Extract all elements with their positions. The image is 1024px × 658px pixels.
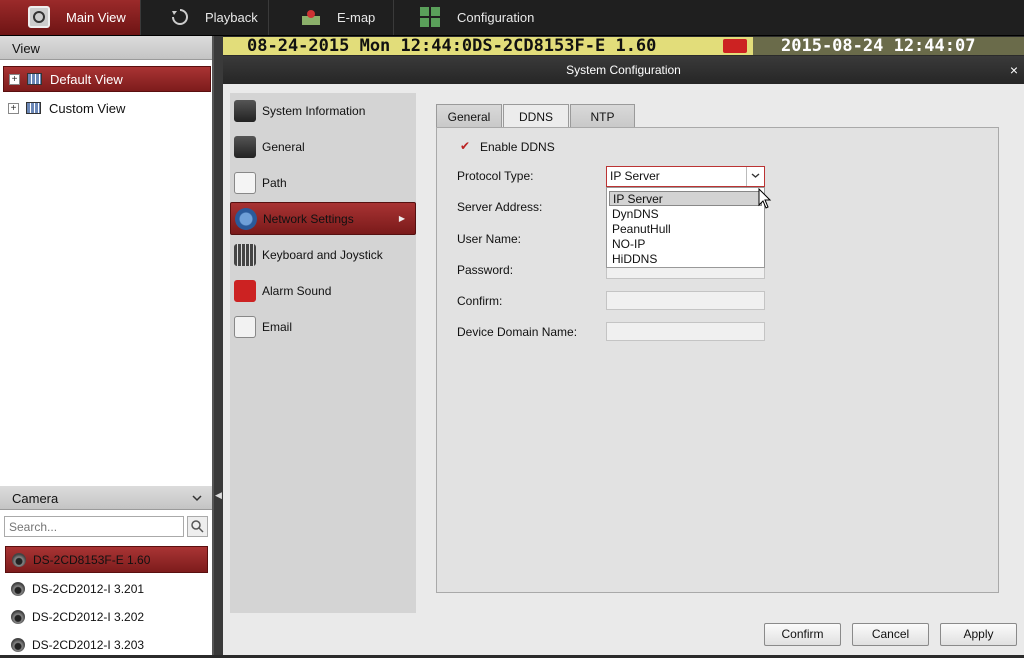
nav-item-label: Network Settings xyxy=(263,211,354,226)
camera-item[interactable]: DS-2CD8153F-E 1.60 xyxy=(5,546,208,573)
tree-item-label: Default View xyxy=(50,71,123,87)
dropdown-option[interactable]: DynDNS xyxy=(609,207,762,222)
view-header: View xyxy=(0,36,212,60)
system-info-icon xyxy=(234,99,256,122)
expand-icon[interactable]: + xyxy=(8,102,19,114)
search-button[interactable] xyxy=(187,516,208,537)
tree-item-custom-view[interactable]: + Custom View xyxy=(3,95,211,121)
tree-item-default-view[interactable]: + Default View xyxy=(3,66,211,92)
camera-label: DS-2CD2012-I 3.203 xyxy=(32,637,145,652)
dropdown-option[interactable]: IP Server xyxy=(609,191,762,206)
system-configuration-dialog: System Configuration × System Informatio… xyxy=(223,56,1024,655)
tab-e-map-label: E-map xyxy=(337,10,376,25)
tab-configuration[interactable]: Configuration xyxy=(394,0,544,35)
user-name-label: User Name: xyxy=(457,232,522,246)
dropdown-option[interactable]: NO-IP xyxy=(609,237,762,252)
tab-ntp[interactable]: NTP xyxy=(570,104,635,128)
osd-timestamp: 2015-08-24 12:44:07 xyxy=(781,36,976,56)
protocol-type-select[interactable]: IP Server xyxy=(606,166,765,187)
close-icon[interactable]: × xyxy=(1010,56,1018,84)
cancel-button[interactable]: Cancel xyxy=(852,623,929,646)
camera-item[interactable]: DS-2CD2012-I 3.203 xyxy=(5,631,208,658)
view-grid-icon xyxy=(26,102,41,114)
camera-search-input[interactable] xyxy=(4,516,184,537)
arrow-right-icon: ▶ xyxy=(398,214,405,223)
dialog-title: System Configuration xyxy=(223,56,1024,84)
password-label: Password: xyxy=(457,263,514,277)
protocol-type-dropdown: IP Server DynDNS PeanutHull NO-IP HiDDNS xyxy=(606,187,765,268)
nav-item-label: System Information xyxy=(262,103,366,118)
tab-general[interactable]: General xyxy=(436,104,502,128)
collapse-arrow-icon[interactable]: ◀ xyxy=(215,490,222,501)
panel-splitter[interactable]: ◀ xyxy=(214,36,223,655)
camera-header-label: Camera xyxy=(12,491,59,506)
nav-item-label: Alarm Sound xyxy=(262,283,332,298)
nav-item-alarm-sound[interactable]: Alarm Sound xyxy=(230,274,416,307)
dropdown-option[interactable]: PeanutHull xyxy=(609,222,762,237)
path-icon xyxy=(234,171,256,194)
video-osd-strip: 08-24-2015 Mon 12:44:0DS-2CD8153F-E 1.60… xyxy=(223,37,1024,55)
chevron-down-icon[interactable] xyxy=(192,490,202,505)
keyboard-icon xyxy=(234,243,256,266)
camera-header[interactable]: Camera xyxy=(0,486,212,510)
record-indicator-icon xyxy=(723,39,747,53)
nav-item-label: Email xyxy=(262,319,293,334)
tab-ddns[interactable]: DDNS xyxy=(503,104,569,129)
device-domain-name-field[interactable] xyxy=(606,322,765,341)
top-navigation-bar: Main View Playback E-map Configuration xyxy=(0,0,1024,36)
search-icon xyxy=(188,520,207,539)
camera-icon xyxy=(11,609,25,624)
camera-label: DS-2CD8153F-E 1.60 xyxy=(33,552,151,567)
view-grid-icon xyxy=(27,73,42,85)
confirm-button[interactable]: Confirm xyxy=(764,623,841,646)
confirm-field[interactable] xyxy=(606,291,765,310)
enable-ddns-checkbox[interactable]: ✔ xyxy=(460,140,471,152)
tree-item-label: Custom View xyxy=(49,100,126,116)
camera-item[interactable]: DS-2CD2012-I 3.201 xyxy=(5,575,208,602)
alarm-sound-icon xyxy=(234,279,256,302)
protocol-type-label: Protocol Type: xyxy=(457,169,534,183)
email-icon xyxy=(234,315,256,338)
config-nav: System Information General Path Network … xyxy=(230,93,416,613)
nav-item-network-settings[interactable]: Network Settings ▶ xyxy=(230,202,416,235)
general-icon xyxy=(234,135,256,158)
tab-playback-label: Playback xyxy=(205,10,258,25)
apply-button[interactable]: Apply xyxy=(940,623,1017,646)
camera-label: DS-2CD2012-I 3.201 xyxy=(32,581,145,596)
playback-icon xyxy=(169,6,191,28)
nav-item-label: Keyboard and Joystick xyxy=(262,247,383,262)
tab-playback[interactable]: Playback xyxy=(141,0,269,35)
camera-item[interactable]: DS-2CD2012-I 3.202 xyxy=(5,603,208,630)
camera-icon xyxy=(11,581,25,596)
expand-icon[interactable]: + xyxy=(9,73,20,85)
camera-icon xyxy=(11,637,25,652)
enable-ddns-label: Enable DDNS xyxy=(480,140,555,154)
monitor-icon xyxy=(28,6,50,28)
map-icon xyxy=(300,6,322,28)
osd-left-text: 08-24-2015 Mon 12:44:0DS-2CD8153F-E 1.60 xyxy=(223,37,753,55)
nav-item-keyboard-joystick[interactable]: Keyboard and Joystick xyxy=(230,238,416,271)
network-icon xyxy=(235,207,257,230)
camera-icon xyxy=(12,552,26,567)
dropdown-option[interactable]: HiDDNS xyxy=(609,252,762,267)
protocol-type-value: IP Server xyxy=(610,169,660,183)
left-panel: View + Default View + Custom View Camera… xyxy=(0,36,214,655)
nav-item-email[interactable]: Email xyxy=(230,310,416,343)
nav-item-path[interactable]: Path xyxy=(230,166,416,199)
grid-icon xyxy=(419,6,441,28)
confirm-label: Confirm: xyxy=(457,294,503,308)
mouse-cursor-icon xyxy=(758,188,772,209)
tab-main-view-label: Main View xyxy=(66,10,126,25)
tab-configuration-label: Configuration xyxy=(457,10,535,25)
nav-item-label: Path xyxy=(262,175,287,190)
device-domain-name-label: Device Domain Name: xyxy=(457,325,578,339)
server-address-label: Server Address: xyxy=(457,200,543,214)
camera-label: DS-2CD2012-I 3.202 xyxy=(32,609,145,624)
tab-e-map[interactable]: E-map xyxy=(269,0,394,35)
tab-main-view[interactable]: Main View xyxy=(0,0,141,35)
nav-item-label: General xyxy=(262,139,305,154)
chevron-down-icon[interactable] xyxy=(746,167,764,186)
nav-item-general[interactable]: General xyxy=(230,130,416,163)
nav-item-system-information[interactable]: System Information xyxy=(230,94,416,127)
